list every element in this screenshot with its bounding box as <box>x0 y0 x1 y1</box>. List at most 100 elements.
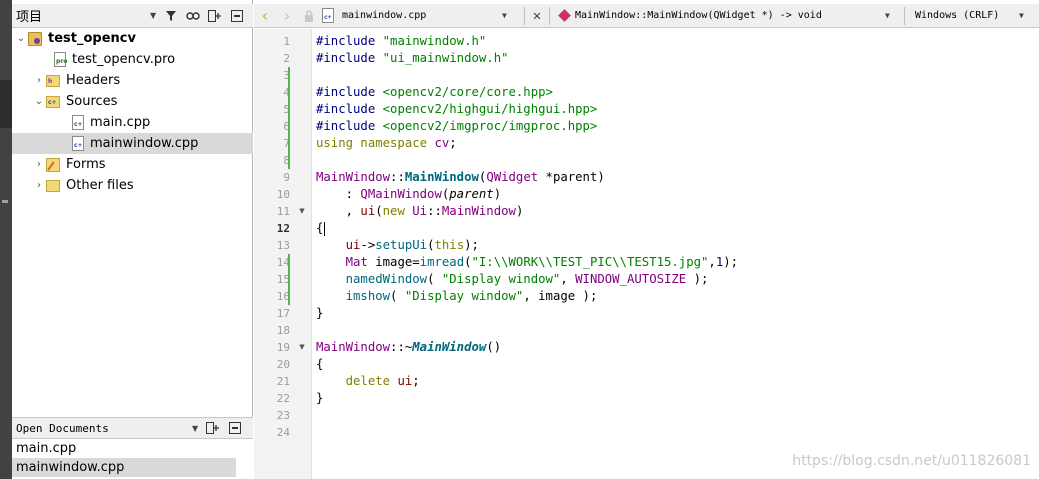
line-number[interactable]: 23 <box>254 407 290 424</box>
line-number[interactable]: 21 <box>254 373 290 390</box>
back-arrow-icon[interactable]: ‹ <box>254 5 276 27</box>
line-number[interactable]: 6 <box>254 118 290 135</box>
code-line[interactable]: #include <opencv2/core/core.hpp> <box>316 84 738 101</box>
line-number[interactable]: 9 <box>254 169 290 186</box>
line-number[interactable]: 14 <box>254 254 290 271</box>
forward-arrow-icon[interactable]: › <box>276 5 298 27</box>
line-number[interactable]: 1 <box>254 33 290 50</box>
code-line[interactable]: #include "ui_mainwindow.h" <box>316 50 738 67</box>
code-line[interactable]: imshow( "Display window", image ); <box>316 288 738 305</box>
code-line[interactable] <box>316 67 738 84</box>
code-line[interactable]: namedWindow( "Display window", WINDOW_AU… <box>316 271 738 288</box>
code-line[interactable]: } <box>316 305 738 322</box>
code-line[interactable]: #include "mainwindow.h" <box>316 33 738 50</box>
file-selector[interactable]: c+ mainwindow.cpp ▼ <box>320 8 520 23</box>
line-number[interactable]: 3 <box>254 67 290 84</box>
code-line[interactable]: MainWindow::~MainWindow() <box>316 339 738 356</box>
line-number[interactable]: 10 <box>254 186 290 203</box>
symbol-selector[interactable]: MainWindow::MainWindow(QWidget *) -> voi… <box>554 9 900 22</box>
forms-folder-icon <box>46 157 60 172</box>
expanded-chevron-icon[interactable]: ⌄ <box>32 96 46 107</box>
line-number[interactable]: 13 <box>254 237 290 254</box>
change-marker <box>288 152 290 169</box>
code-token: "I:\\WORK\\TEST_PIC\\TEST15.jpg" <box>471 255 709 269</box>
code-token: *parent) <box>538 170 605 184</box>
line-number[interactable]: 8 <box>254 152 290 169</box>
fold-arrow-icon[interactable]: ▼ <box>296 203 308 220</box>
fold-arrow-icon[interactable]: ▼ <box>296 339 308 356</box>
line-number[interactable]: 11 <box>254 203 290 220</box>
lock-icon[interactable] <box>298 5 320 27</box>
code-line[interactable]: MainWindow::MainWindow(QWidget *parent) <box>316 169 738 186</box>
line-number[interactable]: 20 <box>254 356 290 373</box>
tree-item-forms[interactable]: › Forms <box>12 154 253 175</box>
code-line[interactable] <box>316 424 738 441</box>
text-cursor <box>324 221 326 236</box>
file-dropdown-arrow-icon[interactable]: ▼ <box>502 11 514 20</box>
open-document-item-selected[interactable]: mainwindow.cpp <box>12 458 236 477</box>
view-dropdown-arrow-icon[interactable]: ▼ <box>150 11 160 20</box>
tree-item-project[interactable]: ⌄ test_opencv <box>12 28 253 49</box>
tree-item-main-cpp[interactable]: c+ main.cpp <box>12 112 253 133</box>
code-line[interactable]: } <box>316 390 738 407</box>
mode-bar-active-segment[interactable] <box>0 80 12 128</box>
line-number[interactable]: 18 <box>254 322 290 339</box>
code-line[interactable]: ui->setupUi(this); <box>316 237 738 254</box>
view-dropdown-arrow-icon[interactable]: ▼ <box>192 424 202 433</box>
open-document-item[interactable]: main.cpp <box>12 439 236 458</box>
tree-item-sources[interactable]: ⌄ c+ Sources <box>12 91 253 112</box>
code-line[interactable]: delete ui; <box>316 373 738 390</box>
link-with-editor-icon[interactable] <box>182 5 204 27</box>
code-line[interactable]: Mat image=imread("I:\\WORK\\TEST_PIC\\TE… <box>316 254 738 271</box>
code-line[interactable]: , ui(new Ui::MainWindow) <box>316 203 738 220</box>
code-line[interactable] <box>316 322 738 339</box>
collapsed-chevron-icon[interactable]: › <box>32 180 46 191</box>
close-pane-icon[interactable] <box>226 5 248 27</box>
tree-item-mainwindow-cpp[interactable]: c+ mainwindow.cpp <box>12 133 253 154</box>
line-number[interactable]: 17 <box>254 305 290 322</box>
collapsed-chevron-icon[interactable]: › <box>32 75 46 86</box>
line-number[interactable]: 4 <box>254 84 290 101</box>
code-token: #include <box>316 51 383 65</box>
code-line[interactable] <box>316 407 738 424</box>
code-line[interactable] <box>316 152 738 169</box>
tree-item-label: main.cpp <box>90 115 151 130</box>
change-marker <box>288 424 292 441</box>
code-line[interactable]: { <box>316 220 738 237</box>
code-line[interactable]: #include <opencv2/imgproc/imgproc.hpp> <box>316 118 738 135</box>
line-number[interactable]: 19 <box>254 339 290 356</box>
code-line[interactable]: : QMainWindow(parent) <box>316 186 738 203</box>
filter-icon[interactable] <box>160 5 182 27</box>
line-number[interactable]: 12 <box>254 220 290 237</box>
line-number[interactable]: 22 <box>254 390 290 407</box>
code-line[interactable]: using namespace cv; <box>316 135 738 152</box>
close-document-icon[interactable]: ✕ <box>529 8 545 24</box>
line-number[interactable]: 7 <box>254 135 290 152</box>
line-number[interactable]: 15 <box>254 271 290 288</box>
code-text[interactable]: #include "mainwindow.h" #include "ui_main… <box>316 33 738 441</box>
code-line[interactable]: { <box>316 356 738 373</box>
expanded-chevron-icon[interactable]: ⌄ <box>14 33 28 44</box>
split-pane-icon[interactable] <box>202 417 224 439</box>
line-number[interactable]: 16 <box>254 288 290 305</box>
code-token: "Display window" <box>441 272 561 286</box>
symbol-dropdown-arrow-icon[interactable]: ▼ <box>885 11 897 20</box>
line-ending-selector[interactable]: Windows (CRLF) <box>909 10 1019 21</box>
line-ending-dropdown-arrow-icon[interactable]: ▼ <box>1019 11 1031 20</box>
tree-item-other-files[interactable]: › Other files <box>12 175 253 196</box>
change-marker <box>288 101 290 118</box>
line-number[interactable]: 2 <box>254 50 290 67</box>
tree-item-pro-file[interactable]: pro test_opencv.pro <box>12 49 253 70</box>
code-line[interactable]: #include <opencv2/highgui/highgui.hpp> <box>316 101 738 118</box>
line-number[interactable]: 5 <box>254 101 290 118</box>
close-pane-icon[interactable] <box>224 417 246 439</box>
line-number[interactable]: 24 <box>254 424 290 441</box>
split-pane-icon[interactable] <box>204 5 226 27</box>
tree-item-headers[interactable]: › h Headers <box>12 70 253 91</box>
collapsed-chevron-icon[interactable]: › <box>32 159 46 170</box>
